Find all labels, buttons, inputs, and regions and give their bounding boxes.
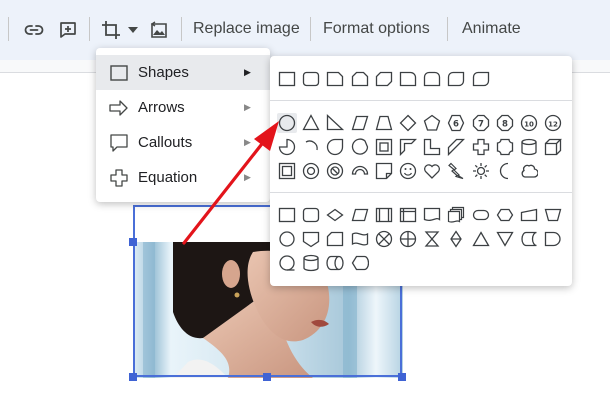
annotation-arrow	[182, 121, 279, 245]
